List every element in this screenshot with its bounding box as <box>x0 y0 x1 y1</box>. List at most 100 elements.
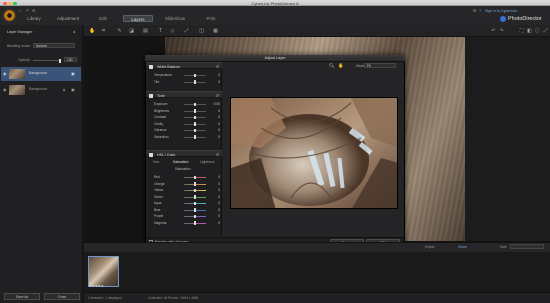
slider-value[interactable]: 0 <box>210 195 220 199</box>
section-enable-checkbox[interactable] <box>149 93 153 98</box>
slider-row-green[interactable]: Green 0 <box>146 194 222 200</box>
gradient-icon[interactable]: ▤ <box>143 28 148 34</box>
slider-knob[interactable] <box>193 182 197 186</box>
zoom-select[interactable]: Fit <box>364 63 396 68</box>
visibility-eye-icon[interactable]: ◉ <box>3 71 7 76</box>
slider-row-red[interactable]: Red 0 <box>146 174 222 180</box>
reset-icon[interactable]: ↺ <box>216 93 219 98</box>
slider-row-blue[interactable]: Blue 0 <box>146 207 222 213</box>
slider-knob[interactable] <box>193 195 197 199</box>
slider-row-brightness[interactable]: Brightness 0 <box>146 108 222 114</box>
slider-row-contrast[interactable]: Contrast 0 <box>146 114 222 120</box>
section-hsl[interactable]: HSL / Color ↺ <box>146 150 222 157</box>
sign-in-link[interactable]: Sign in to CyberLink <box>485 9 517 13</box>
slider-track[interactable] <box>184 115 206 120</box>
slider-knob[interactable] <box>193 188 197 193</box>
tab-layers[interactable]: Layers <box>123 15 153 22</box>
opacity-slider-knob[interactable] <box>58 58 61 63</box>
crop-icon[interactable]: ⌗ <box>101 28 106 34</box>
compare-icon[interactable]: ◧ <box>527 28 532 34</box>
layer-row-background[interactable]: ◉ Background 🔒︎ ▣ <box>1 83 81 97</box>
slider-track[interactable] <box>184 221 206 225</box>
mode-tab-library[interactable]: Library <box>20 15 48 22</box>
share-button[interactable]: Share <box>458 245 467 249</box>
shape-icon[interactable]: ◇ <box>170 28 175 34</box>
slider-knob[interactable] <box>193 115 197 120</box>
lock-icon[interactable]: 🔒︎ <box>63 87 65 92</box>
layer-row-background-selected[interactable]: ◉ Background ▣ <box>1 67 81 81</box>
slider-track[interactable] <box>184 188 206 193</box>
slider-value[interactable]: 0 <box>210 135 220 139</box>
slider-row-orange[interactable]: Orange 0 <box>146 181 222 187</box>
layer-adjust-icon[interactable]: ▣ <box>71 87 75 92</box>
slider-value[interactable]: 0.00 <box>210 102 220 106</box>
slider-row-exposure[interactable]: Exposure 0.00 <box>146 101 222 107</box>
slider-row-clarity[interactable]: Clarity 0 <box>146 121 222 127</box>
tab-print[interactable]: Print <box>198 15 224 22</box>
home-icon[interactable]: ⌂ <box>19 9 23 13</box>
slider-value[interactable]: 0 <box>210 221 220 225</box>
slider-track[interactable] <box>184 214 206 219</box>
reset-icon[interactable]: ↺ <box>216 152 219 157</box>
slider-value[interactable]: 0 <box>210 109 220 113</box>
slider-knob[interactable] <box>193 201 197 206</box>
slider-track[interactable] <box>184 73 206 78</box>
slider-value[interactable]: 0 <box>210 175 220 179</box>
thumbnail-rating[interactable]: ★★★★★ <box>89 284 104 288</box>
section-tone[interactable]: Tone ↺ <box>146 91 222 98</box>
sort-select[interactable] <box>510 244 544 249</box>
slider-knob[interactable] <box>193 208 197 212</box>
filmstrip-thumbnail[interactable] <box>88 256 119 287</box>
settings-icon[interactable]: ⚙ <box>32 9 36 13</box>
undo-icon[interactable]: ↶ <box>491 28 496 34</box>
info-icon[interactable]: ⓘ <box>535 28 540 34</box>
slider-value[interactable]: 0 <box>210 201 220 205</box>
hsl-tab-saturation[interactable]: Saturation <box>173 160 188 164</box>
slider-track[interactable] <box>184 122 206 126</box>
slider-track[interactable] <box>184 201 206 206</box>
hand-icon[interactable]: ✋ <box>89 28 95 34</box>
slider-track[interactable] <box>184 109 206 113</box>
slider-track[interactable] <box>184 128 206 133</box>
slider-row-yellow[interactable]: Yellow 0 <box>146 187 222 193</box>
slider-knob[interactable] <box>193 122 197 126</box>
slider-value[interactable]: 0 <box>210 122 220 126</box>
fill-icon[interactable]: ▦ <box>213 28 218 34</box>
slider-row-temperature[interactable]: Temperature 0 <box>146 72 222 78</box>
slider-track[interactable] <box>184 175 206 180</box>
slider-track[interactable] <box>184 182 206 186</box>
redo-icon[interactable]: ↷ <box>499 28 504 34</box>
slider-track[interactable] <box>184 135 206 139</box>
close-button[interactable]: Close <box>44 293 80 300</box>
undo-top-icon[interactable]: ↶ <box>26 9 30 13</box>
save-as-button[interactable]: Save As <box>4 293 40 300</box>
section-enable-checkbox[interactable] <box>149 64 153 69</box>
slider-knob[interactable] <box>193 102 197 107</box>
slider-track[interactable] <box>184 102 206 107</box>
slider-value[interactable]: 0 <box>210 128 220 132</box>
zoom-tool-icon[interactable]: 🔍︎ <box>329 63 335 68</box>
export-button[interactable]: Export <box>425 245 435 249</box>
slider-knob[interactable] <box>193 73 197 78</box>
slider-knob[interactable] <box>193 221 197 225</box>
help-icon[interactable]: ? <box>479 9 483 13</box>
slider-knob[interactable] <box>193 214 197 219</box>
slider-knob[interactable] <box>193 175 197 180</box>
slider-row-saturation[interactable]: Saturation 0 <box>146 134 222 140</box>
layer-adjust-icon[interactable]: ▣ <box>71 71 75 76</box>
tab-slideshow[interactable]: Slideshow <box>160 15 190 22</box>
panel-collapse-icon[interactable]: ◂ <box>73 29 75 34</box>
opacity-input[interactable]: 100 <box>64 57 77 62</box>
slider-value[interactable]: 0 <box>210 182 220 186</box>
slider-value[interactable]: 0 <box>210 214 220 218</box>
slider-track[interactable] <box>184 80 206 84</box>
slider-row-magenta[interactable]: Magenta 0 <box>146 220 222 226</box>
hand-tool-icon[interactable]: ✋ <box>338 63 344 68</box>
slider-knob[interactable] <box>193 109 197 113</box>
slider-knob[interactable] <box>193 135 197 139</box>
slider-row-tint[interactable]: Tint 0 <box>146 79 222 85</box>
slider-value[interactable]: 0 <box>210 73 220 77</box>
slider-track[interactable] <box>184 208 206 212</box>
view-icon[interactable]: ⛶ <box>519 28 524 34</box>
brush-icon[interactable]: ✎ <box>117 28 122 34</box>
